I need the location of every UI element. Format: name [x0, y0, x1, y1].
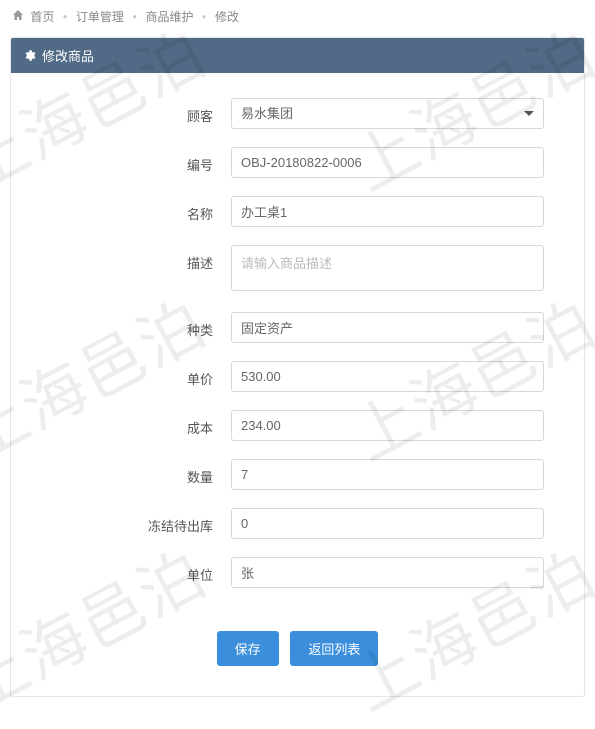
home-icon [12, 9, 24, 24]
row-desc: 描述 [31, 245, 564, 294]
price-input[interactable] [231, 361, 544, 392]
row-category: 种类 [31, 312, 564, 343]
panel-body: 顾客 易水集团 编号 名称 描述 种类 [11, 73, 584, 696]
save-button[interactable]: 保存 [217, 631, 279, 666]
button-row: 保存 返回列表 [31, 606, 564, 681]
label-category: 种类 [31, 312, 231, 339]
label-price: 单价 [31, 361, 231, 388]
qty-input[interactable] [231, 459, 544, 490]
breadcrumb-item[interactable]: 订单管理 [76, 10, 124, 24]
breadcrumb-sep: ● [132, 12, 137, 21]
label-code: 编号 [31, 147, 231, 174]
row-unit: 单位 [31, 557, 564, 588]
breadcrumb: 首页 ● 订单管理 ● 商品维护 ● 修改 [0, 0, 595, 33]
breadcrumb-home[interactable]: 首页 [30, 10, 54, 24]
frozen-input[interactable] [231, 508, 544, 539]
row-qty: 数量 [31, 459, 564, 490]
name-input[interactable] [231, 196, 544, 227]
label-frozen: 冻结待出库 [31, 508, 231, 535]
label-unit: 单位 [31, 557, 231, 584]
row-code: 编号 [31, 147, 564, 178]
desc-textarea[interactable] [231, 245, 544, 291]
breadcrumb-sep: ● [202, 12, 207, 21]
panel-header: 修改商品 [11, 38, 584, 73]
breadcrumb-item: 修改 [215, 10, 239, 24]
breadcrumb-sep: ● [63, 12, 68, 21]
cost-input[interactable] [231, 410, 544, 441]
label-name: 名称 [31, 196, 231, 223]
back-button[interactable]: 返回列表 [290, 631, 378, 666]
row-name: 名称 [31, 196, 564, 227]
row-price: 单价 [31, 361, 564, 392]
category-input[interactable] [231, 312, 544, 343]
panel-title: 修改商品 [42, 46, 94, 65]
edit-product-panel: 修改商品 顾客 易水集团 编号 名称 描述 [10, 37, 585, 697]
breadcrumb-item[interactable]: 商品维护 [145, 10, 193, 24]
unit-input[interactable] [231, 557, 544, 588]
label-desc: 描述 [31, 245, 231, 272]
label-cost: 成本 [31, 410, 231, 437]
code-input[interactable] [231, 147, 544, 178]
gear-icon [23, 49, 36, 62]
row-frozen: 冻结待出库 [31, 508, 564, 539]
row-cost: 成本 [31, 410, 564, 441]
label-qty: 数量 [31, 459, 231, 486]
label-customer: 顾客 [31, 98, 231, 125]
customer-select[interactable]: 易水集团 [231, 98, 544, 129]
row-customer: 顾客 易水集团 [31, 98, 564, 129]
